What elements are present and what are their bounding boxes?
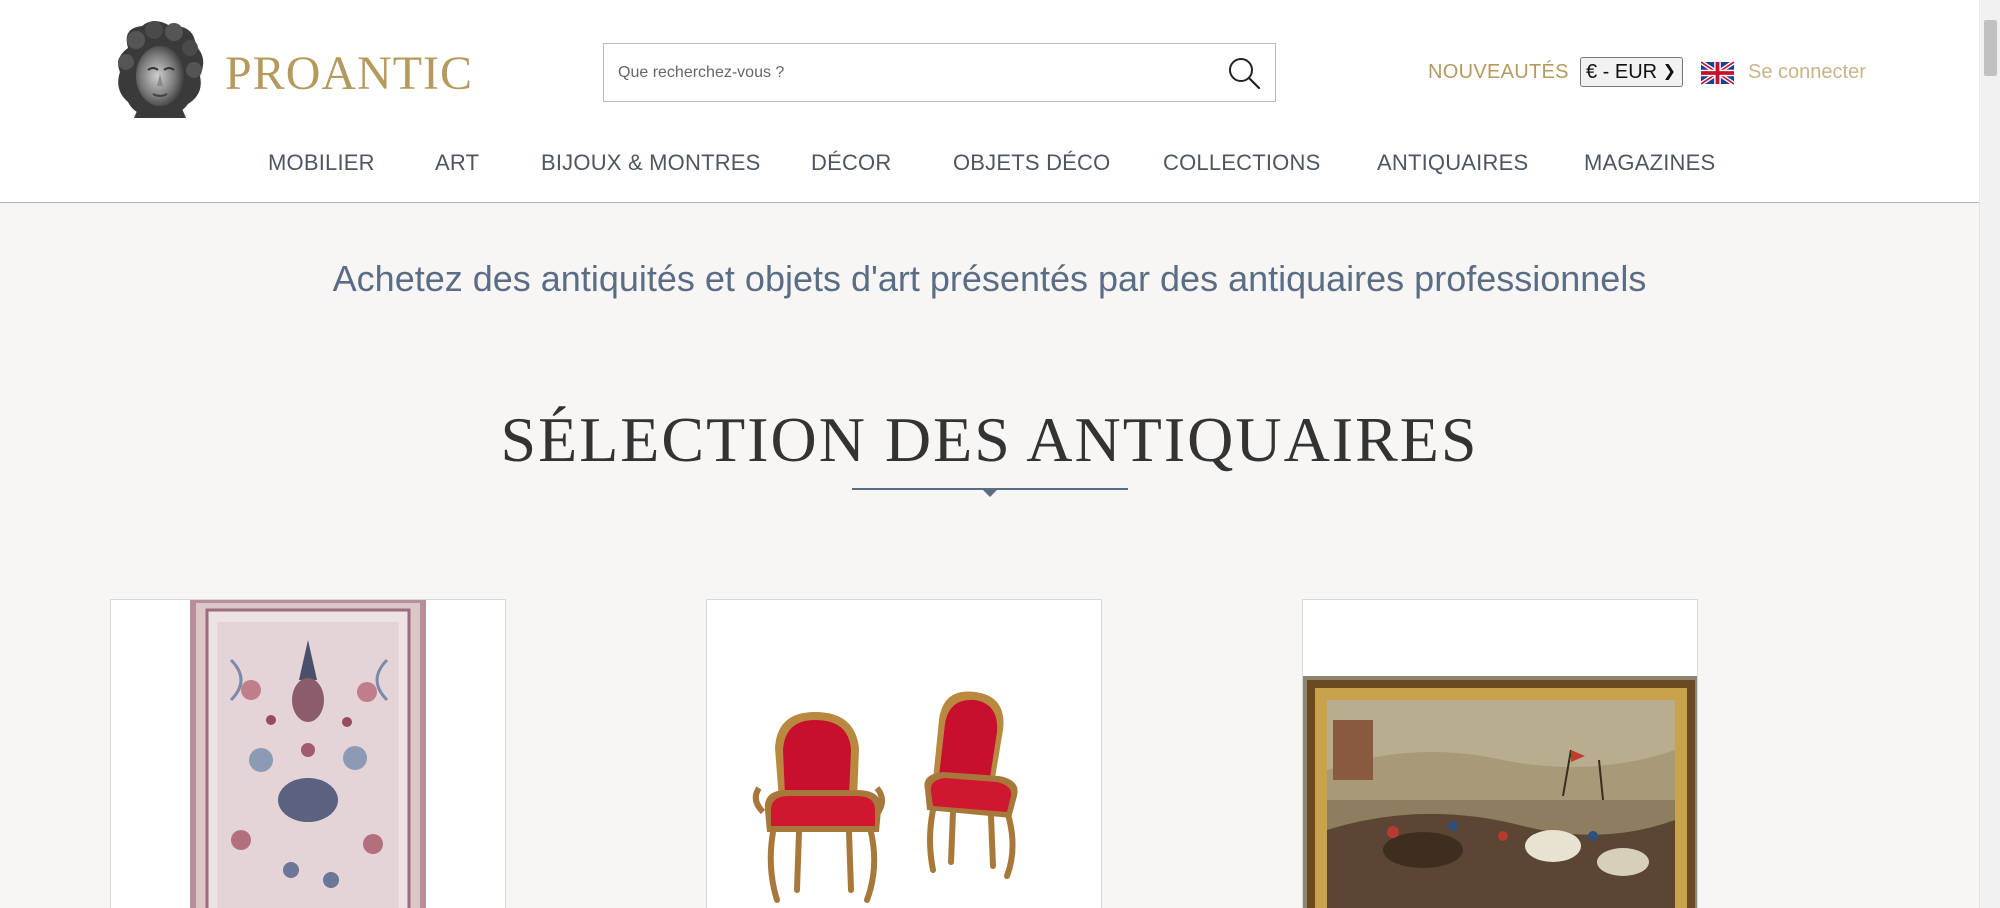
nav-item-objets-deco[interactable]: OBJETS DÉCO	[953, 148, 1110, 178]
currency-select[interactable]: € - EUR ❯	[1580, 57, 1683, 87]
nav-item-art[interactable]: ART	[435, 148, 479, 178]
search-input[interactable]	[605, 45, 1205, 100]
search-bar	[603, 43, 1276, 102]
nav-item-magazines[interactable]: MAGAZINES	[1584, 148, 1715, 178]
uk-flag-icon[interactable]	[1701, 61, 1734, 85]
login-link[interactable]: Se connecter	[1748, 58, 1866, 86]
product-card-armchairs[interactable]	[706, 599, 1102, 908]
section-title: SÉLECTION DES ANTIQUAIRES	[500, 404, 1479, 475]
currency-value: € - EUR	[1586, 61, 1658, 83]
product-image-battle-painting[interactable]	[1303, 600, 1698, 908]
main-nav: MOBILIER ART BIJOUX & MONTRES DÉCOR OBJE…	[0, 148, 1979, 180]
nav-item-decor[interactable]: DÉCOR	[811, 148, 891, 178]
tagline: Achetez des antiquités et objets d'art p…	[332, 258, 1647, 299]
product-image-persian-rug[interactable]	[111, 600, 506, 908]
logo-bust-icon[interactable]	[108, 18, 212, 122]
nav-item-bijoux-montres[interactable]: BIJOUX & MONTRES	[541, 148, 761, 178]
nav-item-collections[interactable]: COLLECTIONS	[1163, 148, 1320, 178]
product-image-armchairs[interactable]	[707, 600, 1102, 908]
page-scrollbar[interactable]	[1979, 0, 2000, 908]
search-icon[interactable]	[1227, 56, 1261, 90]
product-card-painting[interactable]	[1302, 599, 1698, 908]
brand-name[interactable]: PROANTIC	[225, 44, 473, 104]
scrollbar-thumb[interactable]	[1984, 20, 1997, 76]
divider-arrow-icon	[983, 490, 997, 497]
site-header: PROANTIC NOUVEAUTÉS € - EUR ❯ Se connect…	[0, 0, 1979, 203]
nav-item-mobilier[interactable]: MOBILIER	[268, 148, 375, 178]
chevron-down-icon: ❯	[1662, 63, 1676, 80]
nav-item-antiquaires[interactable]: ANTIQUAIRES	[1377, 148, 1528, 178]
news-link[interactable]: NOUVEAUTÉS	[1428, 58, 1569, 86]
product-card-rug[interactable]	[110, 599, 506, 908]
